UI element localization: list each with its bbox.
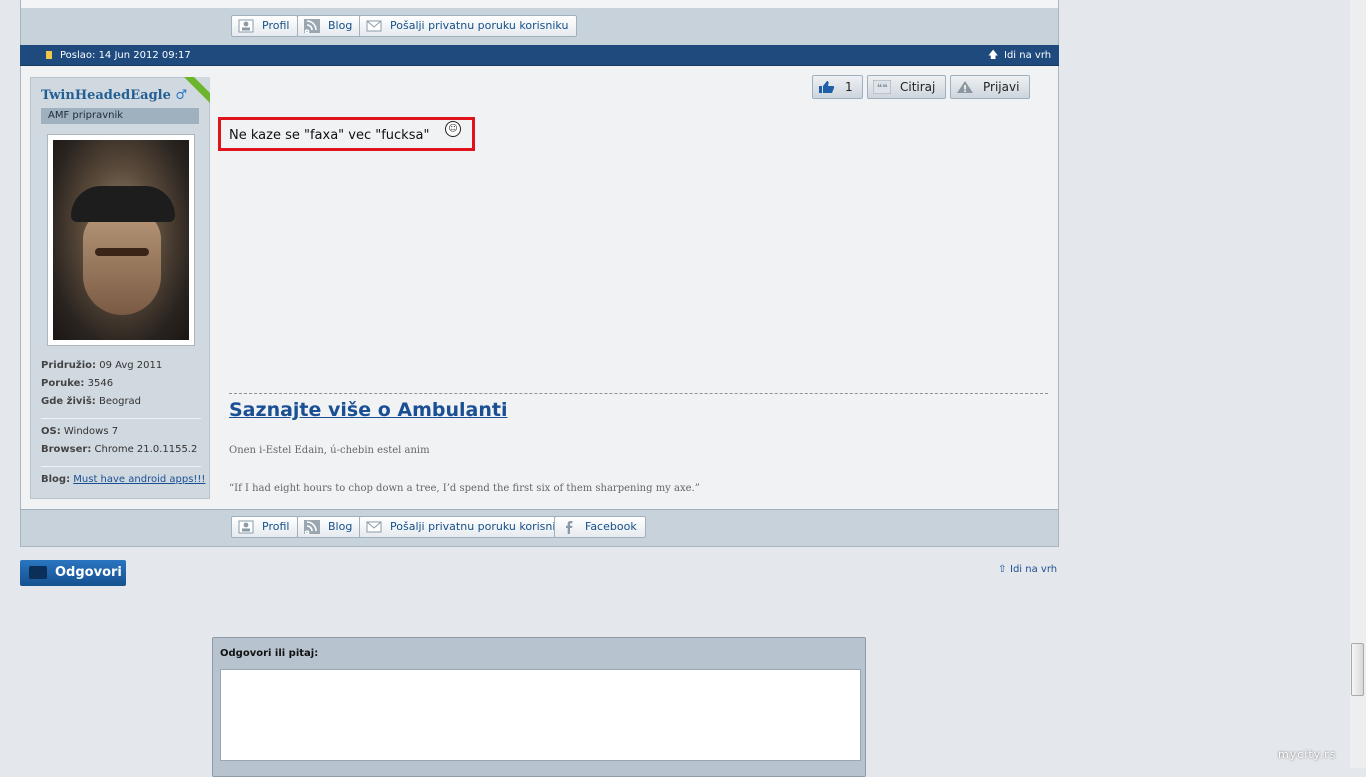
username[interactable]: TwinHeadedEagle ♂ — [41, 88, 187, 103]
avatar-eyes — [95, 248, 149, 256]
like-count: 1 — [845, 80, 853, 94]
scrollbar-thumb[interactable] — [1351, 643, 1364, 696]
divider — [41, 418, 201, 419]
quick-reply-textarea[interactable] — [220, 669, 861, 761]
arrow-up-icon: 🡅 — [988, 50, 999, 61]
location-label: Gde živiš: — [41, 396, 96, 407]
blog-link[interactable]: Must have android apps!!! — [73, 474, 205, 485]
rss-icon — [304, 520, 320, 534]
private-message-button[interactable]: Pošalji privatnu poruku korisniku — [359, 15, 578, 37]
blog-button-label: Blog — [328, 520, 353, 533]
avatar-bandana — [71, 186, 175, 222]
private-message-button-label: Pošalji privatnu poruku korisniku — [390, 19, 569, 32]
envelope-icon — [366, 20, 382, 32]
avatar-face — [83, 210, 161, 315]
go-to-top-link[interactable]: Idi na vrh — [1004, 45, 1051, 66]
profile-button[interactable]: Profil — [231, 15, 299, 37]
joined-label: Pridružio: — [41, 360, 97, 371]
quote-button[interactable]: ❝❝ Citiraj — [867, 75, 946, 99]
browser-label: Browser: — [41, 444, 92, 455]
speech-bubble-icon — [29, 566, 47, 579]
post-date: Poslao: 14 Jun 2012 09:17 — [60, 50, 191, 61]
quick-reply-panel: Odgovori ili pitaj: — [212, 637, 866, 777]
quick-reply-label: Odgovori ili pitaj: — [220, 648, 319, 659]
browser-row: Browser: Chrome 21.0.1155.2 — [41, 444, 197, 455]
like-button[interactable]: 1 — [812, 75, 863, 99]
os-value: Windows 7 — [63, 426, 119, 437]
divider — [41, 466, 201, 467]
username-text: TwinHeadedEagle — [41, 88, 171, 103]
avatar-image — [53, 140, 189, 340]
watermark: mycity.rs — [1278, 748, 1337, 761]
post-header: Poslao: 14 Jun 2012 09:17 🡅 Idi na vrh — [20, 45, 1059, 66]
joined-row: Pridružio: 09 Avg 2011 — [41, 360, 162, 371]
private-message-button[interactable]: Pošalji privatnu poruku korisniku — [359, 516, 578, 538]
signature-title-link[interactable]: Saznajte više o Ambulanti — [229, 399, 507, 421]
corner-inner — [194, 77, 210, 93]
previous-post-edge — [20, 0, 1059, 8]
arrow-up-icon: ⇧ — [998, 564, 1007, 575]
report-button[interactable]: Prijavi — [950, 75, 1030, 99]
go-to-top-link[interactable]: Idi na vrh — [1010, 564, 1057, 575]
facebook-icon — [566, 521, 573, 534]
browser-value: Chrome 21.0.1155.2 — [94, 444, 198, 455]
blog-button-label: Blog — [328, 19, 353, 32]
user-rank: AMF pripravnik — [41, 108, 199, 124]
warning-icon — [957, 81, 973, 93]
avatar[interactable] — [47, 134, 195, 346]
blog-row: Blog: Must have android apps!!! — [41, 474, 205, 485]
signature-line: Onen i-Estel Edain, ú-chebin estel anim — [229, 445, 430, 456]
location-row: Gde živiš: Beograd — [41, 396, 141, 407]
quote-icon: ❝❝ — [873, 80, 891, 94]
report-label: Prijavi — [983, 80, 1020, 94]
signature-divider — [229, 393, 1048, 394]
joined-value: 09 Avg 2011 — [99, 360, 163, 371]
thumbs-up-icon — [819, 81, 835, 93]
location-value: Beograd — [98, 396, 142, 407]
user-info-panel: TwinHeadedEagle ♂ AMF pripravnik Pridruž… — [30, 77, 210, 499]
os-label: OS: — [41, 426, 61, 437]
post-icon — [46, 51, 52, 59]
blog-button[interactable]: Blog — [297, 516, 362, 538]
posts-label: Poruke: — [41, 378, 85, 389]
blog-button[interactable]: Blog — [297, 15, 362, 37]
profile-button[interactable]: Profil — [231, 516, 299, 538]
quote-label: Citiraj — [900, 80, 936, 94]
svg-text:❝❝: ❝❝ — [877, 83, 888, 94]
posts-row: Poruke: 3546 — [41, 378, 113, 389]
profile-icon — [238, 520, 254, 534]
profile-button-label: Profil — [262, 19, 290, 32]
male-icon: ♂ — [175, 88, 188, 103]
blog-label: Blog: — [41, 474, 71, 485]
message-highlight-box — [218, 117, 475, 151]
posts-value: 3546 — [87, 378, 114, 389]
signature-quote: “If I had eight hours to chop down a tre… — [229, 483, 700, 494]
profile-button-label: Profil — [262, 520, 290, 533]
rss-icon — [304, 19, 320, 33]
os-row: OS: Windows 7 — [41, 426, 118, 437]
reply-button[interactable]: Odgovori — [20, 560, 126, 586]
facebook-button[interactable]: Facebook — [554, 516, 646, 538]
facebook-button-label: Facebook — [585, 520, 637, 533]
envelope-icon — [366, 521, 382, 533]
profile-icon — [238, 19, 254, 33]
private-message-button-label: Pošalji privatnu poruku korisniku — [390, 520, 569, 533]
reply-button-label: Odgovori — [55, 565, 122, 580]
